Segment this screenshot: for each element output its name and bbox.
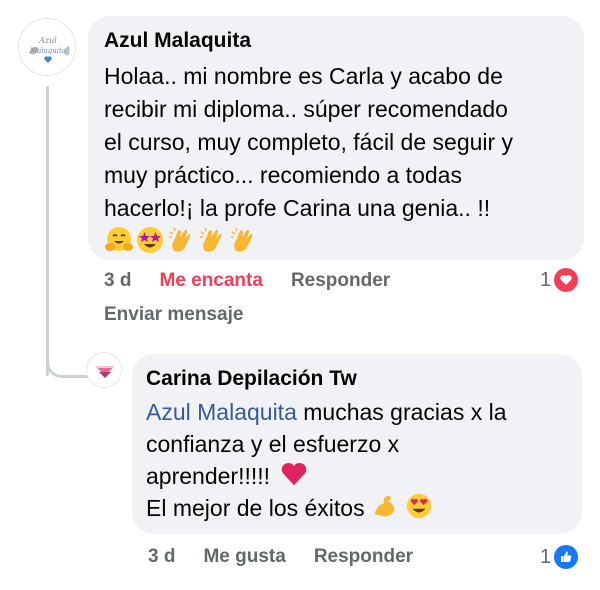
reply-button[interactable]: Responder (314, 546, 413, 568)
reply-bubble: Carina Depilación Tw Azul Malaquita much… (132, 354, 582, 534)
avatar[interactable]: Azul Malaquita (18, 18, 76, 76)
svg-text:Malaquita: Malaquita (29, 47, 66, 55)
heart-icon (554, 268, 579, 292)
star-struck-icon (137, 227, 163, 253)
reply-button[interactable]: Responder (291, 270, 390, 292)
reaction-count[interactable]: 1 (540, 268, 579, 292)
reply-avatar[interactable] (86, 352, 122, 388)
red-heart-icon (282, 462, 307, 486)
send-message-button[interactable]: Enviar mensaje (104, 304, 243, 326)
reply-line: aprender!!!!! (146, 460, 568, 492)
reply-connector (46, 352, 90, 378)
reaction-count[interactable]: 1 (540, 545, 579, 569)
comment-text: Holaa.. mi nombre es Carla y acabo de re… (104, 60, 568, 255)
reply-actions: 3 d Me gusta Responder (148, 546, 441, 568)
reply-line: El mejor de los éxitos (146, 492, 568, 524)
comment-line: Holaa.. mi nombre es Carla y acabo de (104, 63, 503, 89)
comment-line: hacerlo!¡ la profe Carina una genia.. !! (104, 195, 491, 221)
clapping-hands-icon (200, 227, 222, 252)
love-reaction-button[interactable]: Me encanta (159, 270, 262, 292)
reply-timestamp[interactable]: 3 d (148, 546, 175, 568)
reply-line-text: El mejor de los éxitos (146, 495, 365, 521)
clapping-hands-icon (169, 227, 191, 252)
reply-author[interactable]: Carina Depilación Tw (146, 366, 568, 392)
thumbs-up-icon (554, 545, 579, 569)
thread-line (46, 86, 49, 376)
reaction-count-value: 1 (540, 545, 552, 568)
svg-text:Azul: Azul (38, 36, 57, 45)
avatar-logo-icon: Azul Malaquita (20, 20, 75, 75)
comment-author[interactable]: Azul Malaquita (104, 28, 568, 54)
clapping-hands-icon (231, 227, 253, 252)
reply-line-text: muchas gracias x la (296, 399, 507, 425)
reaction-count-value: 1 (540, 268, 552, 291)
reply-text: Azul Malaquita muchas gracias x la confi… (146, 396, 568, 524)
comment-line: el curso, muy completo, fácil de seguir … (104, 129, 514, 155)
reply-line: confianza y el esfuerzo x (146, 431, 400, 457)
emoji-row (104, 225, 568, 255)
comment-timestamp[interactable]: 3 d (104, 270, 131, 292)
heart-eyes-icon (407, 493, 432, 519)
mention-link[interactable]: Azul Malaquita (146, 399, 297, 425)
like-button[interactable]: Me gusta (203, 546, 285, 568)
comment-line: muy práctico... recomiendo a todas (104, 162, 462, 188)
flexed-biceps-icon (374, 495, 395, 517)
hugging-face-icon (105, 227, 133, 251)
reply-line: Azul Malaquita muchas gracias x la (146, 396, 568, 428)
comment-actions: 3 d Me encanta Responder (104, 270, 418, 292)
avatar-logo-icon (88, 354, 121, 387)
comment-bubble: Azul Malaquita Holaa.. mi nombre es Carl… (88, 16, 584, 260)
reply-line-text: aprender!!!!! (146, 463, 271, 489)
comment-line: recibir mi diploma.. súper recomendado (104, 96, 508, 122)
